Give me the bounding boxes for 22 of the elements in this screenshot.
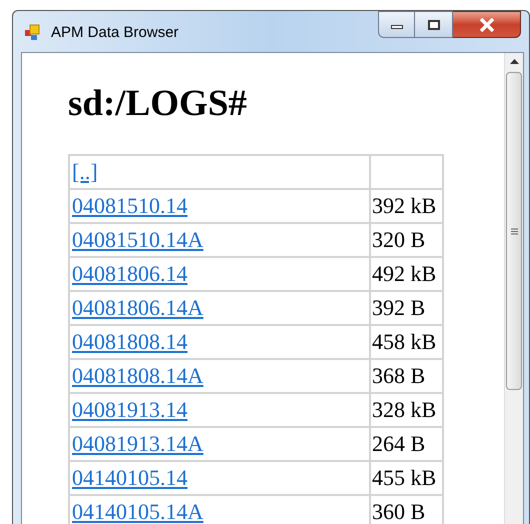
file-size: 360 B bbox=[372, 499, 426, 524]
scrollbar[interactable] bbox=[504, 53, 523, 524]
scrollbar-thumb[interactable] bbox=[506, 72, 522, 390]
file-size: 392 B bbox=[372, 295, 426, 320]
close-button[interactable] bbox=[453, 11, 521, 38]
window-title: APM Data Browser bbox=[51, 24, 179, 42]
maximize-button[interactable] bbox=[415, 11, 453, 38]
minimize-button[interactable] bbox=[378, 11, 415, 38]
file-link[interactable]: [..] bbox=[72, 159, 98, 184]
file-size: 455 kB bbox=[372, 465, 436, 490]
grip-icon bbox=[510, 228, 518, 234]
file-size: 328 kB bbox=[372, 397, 436, 422]
scroll-up-icon[interactable] bbox=[510, 59, 518, 64]
file-size: 368 B bbox=[372, 363, 426, 388]
file-size: 392 kB bbox=[372, 193, 436, 218]
file-size: 320 B bbox=[372, 227, 426, 252]
file-size: 264 B bbox=[372, 431, 426, 456]
app-icon bbox=[24, 24, 42, 42]
file-size: 458 kB bbox=[372, 329, 436, 354]
close-icon bbox=[478, 18, 494, 32]
file-size: 492 kB bbox=[372, 261, 436, 286]
page-heading: sd:/LOGS# bbox=[68, 84, 248, 124]
